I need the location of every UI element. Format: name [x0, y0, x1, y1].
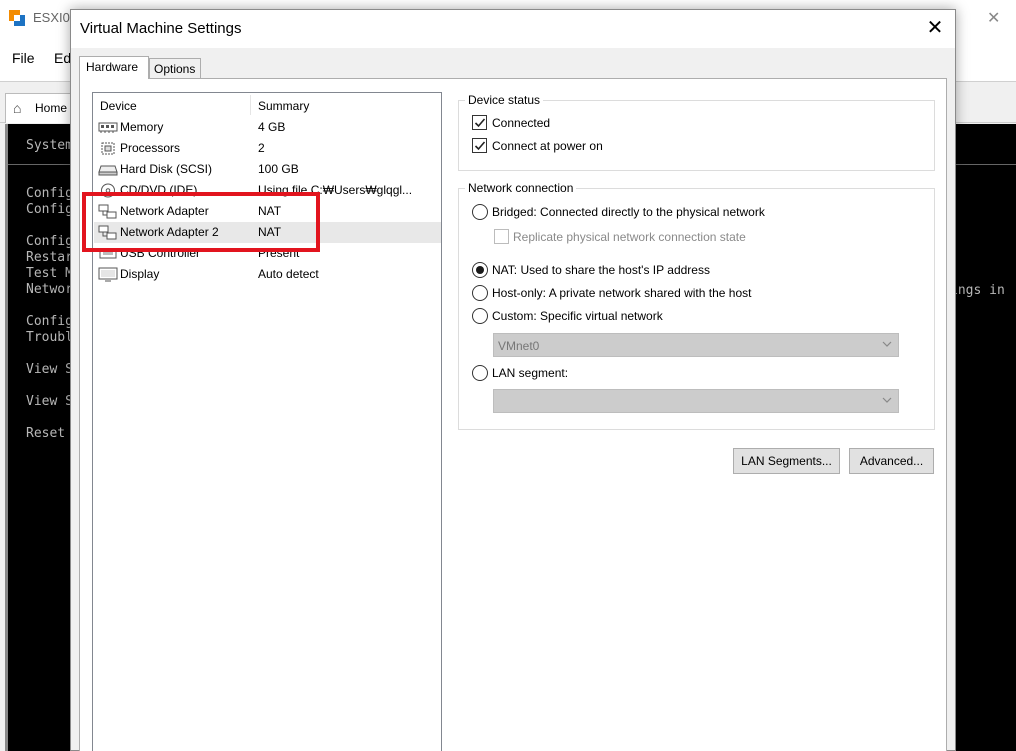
close-icon[interactable]: ✕ — [921, 14, 949, 42]
device-row-hard-disk[interactable]: Hard Disk (SCSI) 100 GB — [94, 159, 441, 180]
processor-icon — [101, 142, 115, 155]
custom-radio[interactable] — [472, 308, 488, 324]
chevron-down-icon — [882, 341, 892, 347]
console-line: Config — [26, 202, 73, 217]
console-line: Config — [26, 314, 73, 329]
console-line: Troubl — [26, 330, 73, 345]
device-summary: 2 — [258, 141, 265, 155]
device-summary: Auto detect — [258, 267, 319, 281]
tab-hardware-label: Hardware — [86, 60, 139, 74]
annotation-highlight-box — [82, 192, 320, 252]
background-close-icon[interactable]: ✕ — [987, 8, 1000, 28]
device-name: Display — [120, 267, 160, 281]
console-line: Restar — [26, 250, 73, 265]
lan-segment-radio[interactable] — [472, 365, 488, 381]
console-line: Config — [26, 234, 73, 249]
radio-selected-dot — [476, 266, 484, 274]
checkmark-icon — [474, 118, 486, 128]
console-line: Reset — [26, 426, 66, 441]
nat-radio[interactable] — [472, 262, 488, 278]
device-status-title: Device status — [465, 93, 544, 107]
chevron-down-icon — [882, 397, 892, 403]
connected-checkbox[interactable] — [472, 115, 487, 130]
device-row-processors[interactable]: Processors 2 — [94, 138, 441, 159]
memory-icon — [98, 122, 118, 133]
menu-file[interactable]: File — [12, 50, 35, 66]
nat-label[interactable]: NAT: Used to share the host's IP address — [492, 263, 710, 277]
advanced-button[interactable]: Advanced... — [849, 448, 934, 474]
home-icon: ⌂ — [13, 100, 22, 116]
console-line: Networ — [26, 282, 73, 297]
dialog-title: Virtual Machine Settings — [80, 20, 242, 37]
column-header-summary[interactable]: Summary — [258, 99, 309, 113]
vmware-logo-icon — [9, 10, 25, 26]
background-app-title: ESXI0 — [33, 10, 70, 25]
lan-segment-label[interactable]: LAN segment: — [492, 366, 568, 380]
replicate-checkbox[interactable] — [494, 229, 509, 244]
connect-at-power-on-checkbox[interactable] — [472, 138, 487, 153]
tab-options-label: Options — [154, 62, 196, 76]
custom-label[interactable]: Custom: Specific virtual network — [492, 309, 663, 323]
bridged-label[interactable]: Bridged: Connected directly to the physi… — [492, 205, 765, 219]
host-only-radio[interactable] — [472, 285, 488, 301]
connect-at-power-on-label[interactable]: Connect at power on — [492, 139, 603, 153]
hard-disk-icon — [98, 165, 118, 176]
column-header-device[interactable]: Device — [100, 99, 137, 113]
tab-options[interactable]: Options — [149, 58, 201, 79]
home-tab[interactable]: ⌂ Home — [5, 93, 75, 123]
device-summary: 100 GB — [258, 162, 299, 176]
network-connection-title: Network connection — [465, 181, 577, 195]
checkmark-icon — [474, 141, 486, 151]
home-tab-label: Home — [35, 101, 68, 115]
device-name: Hard Disk (SCSI) — [120, 162, 213, 176]
hardware-tab-panel: Device Summary Memory 4 GB Processors 2 … — [79, 78, 947, 751]
device-row-display[interactable]: Display Auto detect — [94, 264, 441, 285]
console-line-right: ings in — [950, 283, 1005, 298]
device-status-group: Device status Connected Connect at power… — [458, 93, 935, 171]
custom-network-value: VMnet0 — [498, 339, 540, 353]
device-summary: 4 GB — [258, 120, 286, 134]
bridged-radio[interactable] — [472, 204, 488, 220]
lan-segment-select[interactable] — [493, 389, 899, 413]
vm-settings-dialog: Virtual Machine Settings ✕ Hardware Opti… — [70, 9, 956, 751]
column-separator[interactable] — [250, 95, 251, 115]
console-line: Test M — [26, 266, 73, 281]
host-only-label[interactable]: Host-only: A private network shared with… — [492, 286, 751, 300]
replicate-label[interactable]: Replicate physical network connection st… — [513, 230, 746, 244]
device-row-memory[interactable]: Memory 4 GB — [94, 117, 441, 138]
custom-network-select[interactable]: VMnet0 — [493, 333, 899, 357]
menu-edit[interactable]: Ed — [54, 50, 71, 66]
dialog-titlebar: Virtual Machine Settings ✕ — [71, 10, 955, 48]
network-connection-group: Network connection Bridged: Connected di… — [458, 181, 935, 430]
device-name: Memory — [120, 120, 164, 134]
connected-label[interactable]: Connected — [492, 116, 550, 130]
device-list[interactable]: Device Summary Memory 4 GB Processors 2 … — [92, 92, 442, 751]
lan-segments-button[interactable]: LAN Segments... — [733, 448, 840, 474]
console-line: View S — [26, 394, 73, 409]
console-line: Config — [26, 186, 73, 201]
display-icon — [98, 267, 118, 282]
device-name: Processors — [120, 141, 181, 155]
tab-hardware[interactable]: Hardware — [79, 56, 149, 79]
console-line: View S — [26, 362, 73, 377]
console-line: System — [26, 138, 73, 153]
